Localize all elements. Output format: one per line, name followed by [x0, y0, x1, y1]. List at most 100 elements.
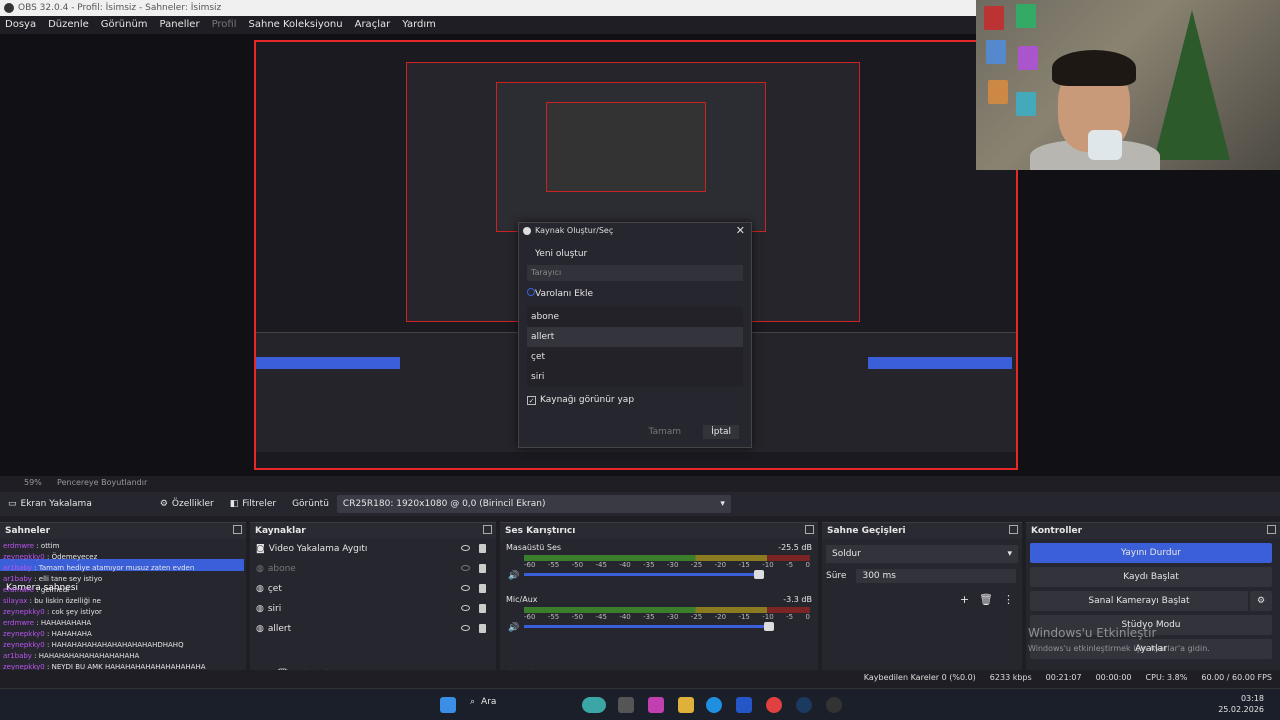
obs-icon[interactable] — [826, 697, 842, 713]
scale-tick: 0 — [805, 613, 810, 621]
trash-icon[interactable]: 🗑 — [979, 593, 993, 606]
menu-file[interactable]: Dosya — [5, 16, 36, 34]
scale-tick: -5 — [786, 613, 794, 621]
lock-icon[interactable] — [479, 604, 486, 613]
zoom-value[interactable]: 59% — [24, 478, 42, 487]
edge-icon[interactable] — [706, 697, 722, 713]
existing-source-item[interactable]: allert — [527, 327, 743, 347]
source-item[interactable]: ◍ siri — [250, 599, 496, 619]
menu-scene-collection[interactable]: Sahne Koleksiyonu — [249, 16, 343, 34]
scenes-dock: Sahneler Kamera sahnesi erdmwre : ottim z… — [0, 522, 246, 684]
lock-icon[interactable] — [479, 564, 486, 573]
ok-button[interactable]: Tamam — [641, 425, 690, 439]
chat-line: zeynepkky0 : cok şey istiyor — [3, 608, 102, 616]
dialog-titlebar: Kaynak Oluştur/Seç ✕ — [519, 223, 751, 239]
speaker-icon[interactable]: 🔊 — [508, 623, 519, 633]
chrome-icon[interactable] — [766, 697, 782, 713]
transition-select[interactable]: Soldur ▾ — [826, 545, 1018, 563]
scale-tick: -60 — [524, 613, 536, 621]
menu-tools[interactable]: Araçlar — [355, 16, 391, 34]
menu-docks[interactable]: Paneller — [160, 16, 200, 34]
menu-view[interactable]: Görünüm — [101, 16, 148, 34]
display-select-value: CR25R180: 1920x1080 @ 0,0 (Birincil Ekra… — [342, 499, 546, 509]
radio-icon[interactable] — [527, 288, 535, 296]
chat-message: bu liskin özelliği ne — [34, 597, 101, 605]
transitions-title: Sahne Geçişleri — [822, 523, 1022, 539]
chat-message: HAHAHAHAHAHAHAHAHAHAHDHAHQ — [51, 641, 184, 649]
close-icon[interactable]: ✕ — [736, 223, 745, 239]
microphone — [1088, 130, 1122, 160]
eye-hidden-icon[interactable] — [461, 565, 470, 571]
file-explorer-icon[interactable] — [678, 697, 694, 713]
slider-thumb[interactable] — [764, 622, 774, 631]
menu-profile[interactable]: Profil — [212, 16, 237, 34]
start-virtualcam-button[interactable]: Sanal Kamerayı Başlat — [1030, 591, 1248, 611]
steam-icon[interactable] — [796, 697, 812, 713]
menu-edit[interactable]: Düzenle — [48, 16, 89, 34]
clock[interactable]: 03:18 25.02.2026 — [1218, 693, 1264, 715]
taskbar-search[interactable]: ⌕ Ara — [470, 697, 496, 707]
eye-icon[interactable] — [461, 585, 470, 591]
float-icon[interactable] — [1009, 525, 1018, 534]
volume-slider[interactable] — [524, 622, 774, 631]
bitrate: 6233 kbps — [989, 673, 1032, 682]
chat-message: HAHAHAHA — [51, 630, 92, 638]
source-item[interactable]: ◙ Video Yakalama Aygıtı — [250, 539, 496, 559]
volume-meter — [524, 607, 810, 613]
widget-icon[interactable] — [582, 697, 606, 713]
wall-poster — [1018, 46, 1038, 70]
make-visible-checkbox[interactable]: ✓ Kaynağı görünür yap — [519, 395, 751, 405]
lock-icon[interactable] — [479, 624, 486, 633]
gear-icon[interactable]: ⚙ — [1250, 591, 1272, 611]
existing-source-item[interactable]: siri — [527, 367, 743, 387]
store-icon[interactable] — [736, 697, 752, 713]
create-new-radio[interactable]: Yeni oluştur — [519, 245, 751, 263]
start-recording-button[interactable]: Kaydı Başlat — [1030, 567, 1272, 587]
speaker-icon[interactable]: 🔊 — [508, 571, 519, 581]
cancel-button[interactable]: İptal — [703, 425, 739, 439]
chat-message: HAHAHAHAHA — [40, 619, 92, 627]
filters-button[interactable]: ◧ Filtreler — [222, 492, 284, 516]
checkmark-icon[interactable]: ✓ — [527, 395, 536, 405]
task-view-icon[interactable] — [618, 697, 634, 713]
source-name-input[interactable]: Tarayıcı — [527, 265, 743, 281]
float-icon[interactable] — [1267, 525, 1276, 534]
lock-icon[interactable] — [479, 584, 486, 593]
menu-help[interactable]: Yardım — [402, 16, 436, 34]
person-hair — [1052, 50, 1136, 86]
scale-tick: -35 — [643, 613, 655, 621]
source-item[interactable]: ◍ çet — [250, 579, 496, 599]
stop-streaming-button[interactable]: Yayını Durdur — [1030, 543, 1272, 563]
lock-icon[interactable] — [479, 544, 486, 553]
scale-tick: -5 — [786, 561, 794, 569]
existing-source-item[interactable]: abone — [527, 307, 743, 327]
chat-line: ar1baby : elli tane sey istiyo — [3, 575, 103, 583]
source-item[interactable]: ◍ allert — [250, 619, 496, 639]
status-bar: Kaybedilen Kareler 0 (%0.0) 6233 kbps 00… — [0, 670, 1280, 686]
windows-start-icon[interactable] — [440, 697, 456, 713]
chat-line: silayax : bu liskin özelliği ne — [3, 597, 101, 605]
eye-icon[interactable] — [461, 625, 470, 631]
properties-button[interactable]: ⚙ Özellikler — [152, 492, 222, 516]
duration-input[interactable]: 300 ms — [856, 569, 1017, 583]
meter-scale: -60 -55 -50 -45 -40 -35 -30 -25 -20 -15 -10 -5 0 — [524, 613, 810, 621]
display-select[interactable]: CR25R180: 1920x1080 @ 0,0 (Birincil Ekra… — [336, 495, 731, 513]
slider-thumb[interactable] — [754, 570, 764, 579]
scale-tick: 0 — [805, 561, 810, 569]
eye-icon[interactable] — [461, 545, 470, 551]
volume-slider[interactable] — [524, 570, 764, 579]
copilot-icon[interactable] — [648, 697, 664, 713]
existing-source-item[interactable]: çet — [527, 347, 743, 367]
float-icon[interactable] — [805, 525, 814, 534]
eye-icon[interactable] — [461, 605, 470, 611]
float-icon[interactable] — [233, 525, 242, 534]
wall-poster — [1016, 92, 1036, 116]
fit-to-window[interactable]: Pencereye Boyutlandır — [57, 478, 147, 487]
filters-label: Filtreler — [242, 499, 277, 509]
float-icon[interactable] — [483, 525, 492, 534]
add-icon[interactable]: + — [960, 593, 969, 606]
add-existing-radio[interactable]: Varolanı Ekle — [519, 285, 751, 303]
source-item[interactable]: ◍ abone — [250, 559, 496, 579]
channel-name: Masaüstü Ses — [506, 543, 562, 552]
more-icon[interactable]: ⋮ — [1003, 593, 1014, 606]
